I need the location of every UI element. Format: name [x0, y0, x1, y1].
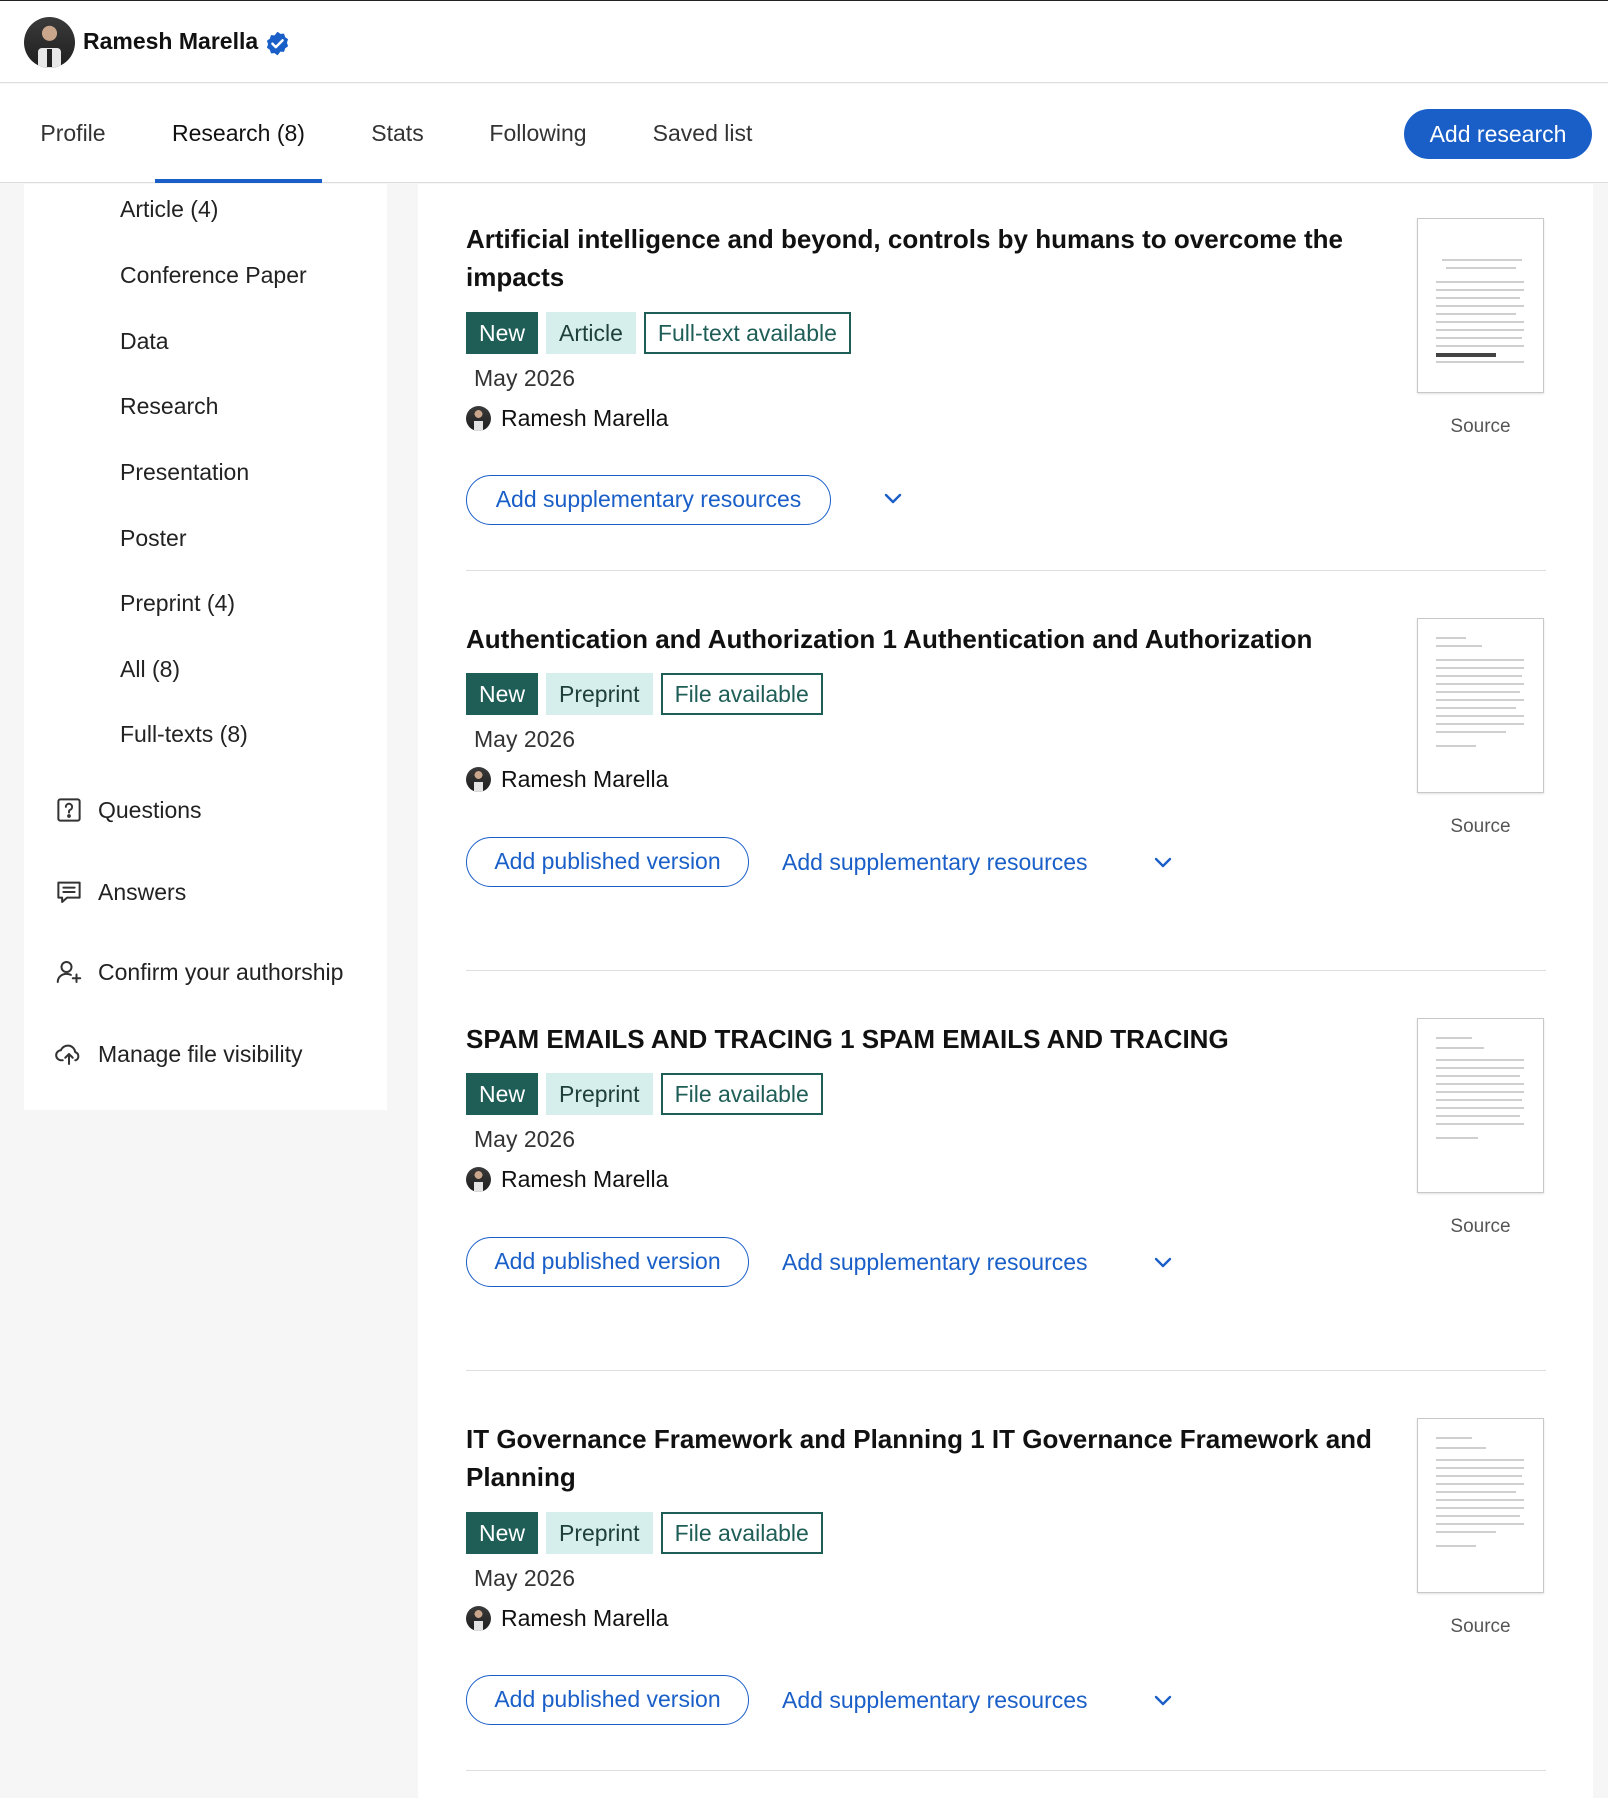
user-name[interactable]: Ramesh Marella	[83, 28, 258, 55]
tab-research[interactable]: Research (8)	[155, 84, 322, 183]
sidebar-link-label: Confirm your authorship	[98, 958, 344, 985]
tab-stats[interactable]: Stats	[358, 84, 437, 183]
availability-badge: File available	[660, 673, 823, 715]
sidebar-item-poster[interactable]: Poster	[120, 525, 186, 552]
research-tags: New Preprint File available	[466, 673, 823, 715]
research-title[interactable]: Authentication and Authorization 1 Authe…	[466, 620, 1366, 658]
divider	[466, 1370, 1546, 1371]
verified-badge-icon	[266, 31, 289, 56]
publication-date: May 2026	[474, 365, 576, 391]
research-item: SPAM EMAILS AND TRACING 1 SPAM EMAILS AN…	[466, 1018, 1546, 1370]
chevron-down-icon[interactable]	[881, 486, 905, 510]
author-name: Ramesh Marella	[501, 1166, 669, 1192]
answers-icon	[57, 881, 81, 903]
add-published-version-button[interactable]: Add published version	[466, 837, 749, 887]
research-item: Authentication and Authorization 1 Authe…	[466, 618, 1546, 970]
research-title[interactable]: SPAM EMAILS AND TRACING 1 SPAM EMAILS AN…	[466, 1020, 1366, 1058]
publication-date: May 2026	[474, 726, 576, 752]
sidebar-item-all[interactable]: All (8)	[120, 656, 180, 683]
tab-following[interactable]: Following	[478, 84, 598, 183]
research-list: Artificial intelligence and beyond, cont…	[418, 184, 1593, 1798]
add-supplementary-resources-link[interactable]: Add supplementary resources	[782, 849, 1088, 876]
profile-header: Ramesh Marella	[0, 0, 1608, 83]
document-thumbnail[interactable]	[1417, 1418, 1544, 1593]
add-research-button[interactable]: Add research	[1404, 109, 1592, 159]
type-badge: Article	[546, 312, 636, 354]
type-badge: Preprint	[546, 1073, 653, 1115]
source-label[interactable]: Source	[1417, 1216, 1544, 1238]
sidebar-link-label: Manage file visibility	[98, 1040, 303, 1067]
author[interactable]: Ramesh Marella	[466, 405, 668, 432]
author[interactable]: Ramesh Marella	[466, 1605, 668, 1632]
sidebar-item-full-texts[interactable]: Full-texts (8)	[120, 721, 248, 748]
user-plus-icon	[56, 961, 82, 983]
research-tags: New Article Full-text available	[466, 312, 851, 354]
sidebar-link-label: Answers	[98, 878, 187, 905]
research-tags: New Preprint File available	[466, 1073, 823, 1115]
research-item: IT Governance Framework and Planning 1 I…	[466, 1418, 1546, 1790]
author-avatar	[466, 406, 491, 431]
tab-saved-list[interactable]: Saved list	[643, 84, 762, 183]
add-supplementary-resources-link[interactable]: Add supplementary resources	[782, 1687, 1088, 1714]
divider	[466, 1770, 1546, 1771]
avatar[interactable]	[24, 17, 75, 68]
new-badge: New	[466, 312, 539, 354]
new-badge: New	[466, 1512, 539, 1554]
document-thumbnail[interactable]	[1417, 618, 1544, 793]
author[interactable]: Ramesh Marella	[466, 766, 668, 793]
author-avatar	[466, 1606, 491, 1631]
research-title[interactable]: IT Governance Framework and Planning 1 I…	[466, 1420, 1386, 1496]
new-badge: New	[466, 1073, 539, 1115]
source-label[interactable]: Source	[1417, 416, 1544, 438]
new-badge: New	[466, 673, 539, 715]
source-label[interactable]: Source	[1417, 1616, 1544, 1638]
sidebar-link-confirm-authorship[interactable]: Confirm your authorship	[54, 952, 343, 992]
sidebar-item-presentation[interactable]: Presentation	[120, 459, 249, 486]
author-name: Ramesh Marella	[501, 1605, 669, 1631]
sidebar-item-article[interactable]: Article (4)	[120, 196, 218, 223]
sidebar-item-data[interactable]: Data	[120, 328, 169, 355]
availability-badge: File available	[660, 1512, 823, 1554]
sidebar-item-research[interactable]: Research	[120, 393, 218, 420]
availability-badge: Full-text available	[643, 312, 851, 354]
source-label[interactable]: Source	[1417, 816, 1544, 838]
author-avatar	[466, 767, 491, 792]
add-published-version-button[interactable]: Add published version	[466, 1237, 749, 1287]
tab-profile[interactable]: Profile	[24, 84, 122, 183]
sidebar-link-label: Questions	[98, 796, 202, 823]
sidebar-link-answers[interactable]: Answers	[54, 872, 186, 912]
sidebar-link-manage-file-visibility[interactable]: Manage file visibility	[54, 1034, 303, 1074]
profile-tabs: Profile Research (8) Stats Following Sav…	[0, 84, 1608, 183]
type-badge: Preprint	[546, 673, 653, 715]
divider	[466, 570, 1546, 571]
sidebar: Article (4) Conference Paper Data Resear…	[24, 184, 387, 1110]
author-name: Ramesh Marella	[501, 405, 669, 431]
document-thumbnail[interactable]	[1417, 1018, 1544, 1193]
chevron-down-icon[interactable]	[1151, 1688, 1175, 1712]
cloud-upload-icon	[55, 1044, 80, 1065]
sidebar-item-conference-paper[interactable]: Conference Paper	[120, 262, 307, 289]
availability-badge: File available	[660, 1073, 823, 1115]
sidebar-link-questions[interactable]: Questions	[54, 790, 202, 830]
author-avatar	[466, 1167, 491, 1192]
publication-date: May 2026	[474, 1126, 576, 1152]
add-supplementary-resources-button[interactable]: Add supplementary resources	[466, 475, 831, 525]
add-published-version-button[interactable]: Add published version	[466, 1675, 749, 1725]
question-icon	[57, 798, 81, 822]
publication-date: May 2026	[474, 1565, 576, 1591]
chevron-down-icon[interactable]	[1151, 1250, 1175, 1274]
research-title[interactable]: Artificial intelligence and beyond, cont…	[466, 220, 1386, 296]
type-badge: Preprint	[546, 1512, 653, 1554]
chevron-down-icon[interactable]	[1151, 850, 1175, 874]
author[interactable]: Ramesh Marella	[466, 1166, 668, 1193]
document-thumbnail[interactable]	[1417, 218, 1544, 393]
research-tags: New Preprint File available	[466, 1512, 823, 1554]
divider	[466, 970, 1546, 971]
sidebar-item-preprint[interactable]: Preprint (4)	[120, 590, 235, 617]
author-name: Ramesh Marella	[501, 766, 669, 792]
add-supplementary-resources-link[interactable]: Add supplementary resources	[782, 1249, 1088, 1276]
